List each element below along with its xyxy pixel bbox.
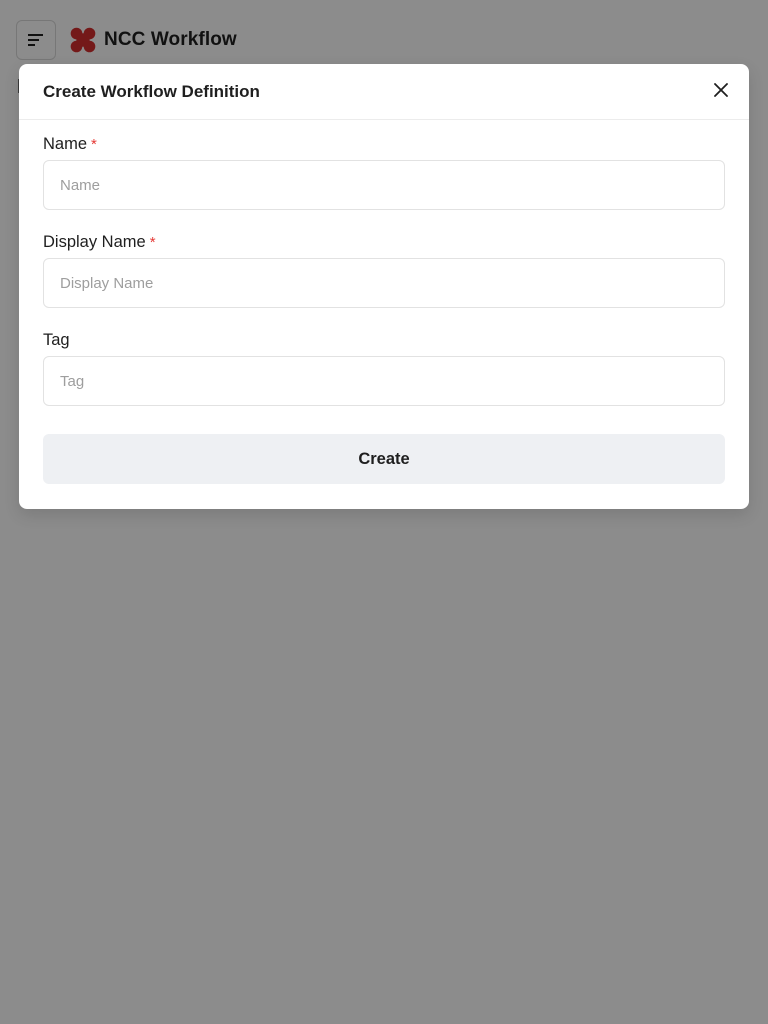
tag-input[interactable]: [43, 356, 725, 406]
name-field: Name *: [43, 132, 725, 210]
modal-header: Create Workflow Definition: [19, 64, 749, 120]
name-label: Name *: [43, 132, 725, 156]
modal-body: Name* Display Name* Tag Create: [19, 120, 749, 484]
tag-field: Tag: [43, 328, 725, 406]
create-button[interactable]: Create: [43, 434, 725, 484]
create-workflow-modal: Create Workflow Definition Name* Display…: [19, 64, 749, 509]
display-name-input[interactable]: [43, 258, 725, 308]
name-label-text: Name: [43, 135, 88, 153]
tag-label: Tag: [43, 328, 725, 352]
close-icon: [714, 83, 728, 97]
modal-title: Create Workflow Definition: [43, 82, 260, 101]
tag-label-text: Tag: [43, 331, 70, 349]
name-input[interactable]: [43, 160, 725, 210]
display-name-label: Display Name *: [43, 230, 725, 254]
display-name-label-text: Display Name: [43, 233, 146, 251]
display-name-field: Display Name *: [43, 230, 725, 308]
required-mark: *: [149, 234, 156, 251]
close-button[interactable]: [707, 76, 735, 104]
required-mark: *: [91, 136, 97, 153]
